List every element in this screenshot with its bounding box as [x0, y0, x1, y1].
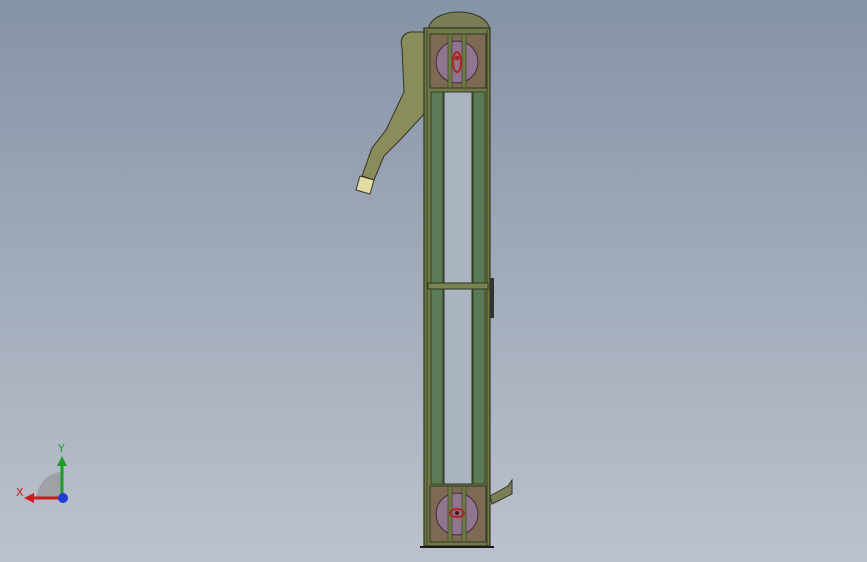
mid-brace: [427, 282, 489, 290]
head-hood: [427, 11, 491, 31]
discharge-chute: [361, 31, 427, 181]
z-axis-dot: [58, 493, 68, 503]
side-plate: [490, 278, 494, 318]
feed-spout: [489, 478, 513, 505]
elevator-model[interactable]: [0, 0, 867, 562]
axis-triad: [24, 456, 68, 503]
x-axis-label: X: [16, 486, 24, 499]
y-axis-label: Y: [58, 442, 65, 455]
graphics-viewport[interactable]: X Y: [0, 0, 867, 562]
head-pulley: [435, 40, 479, 84]
